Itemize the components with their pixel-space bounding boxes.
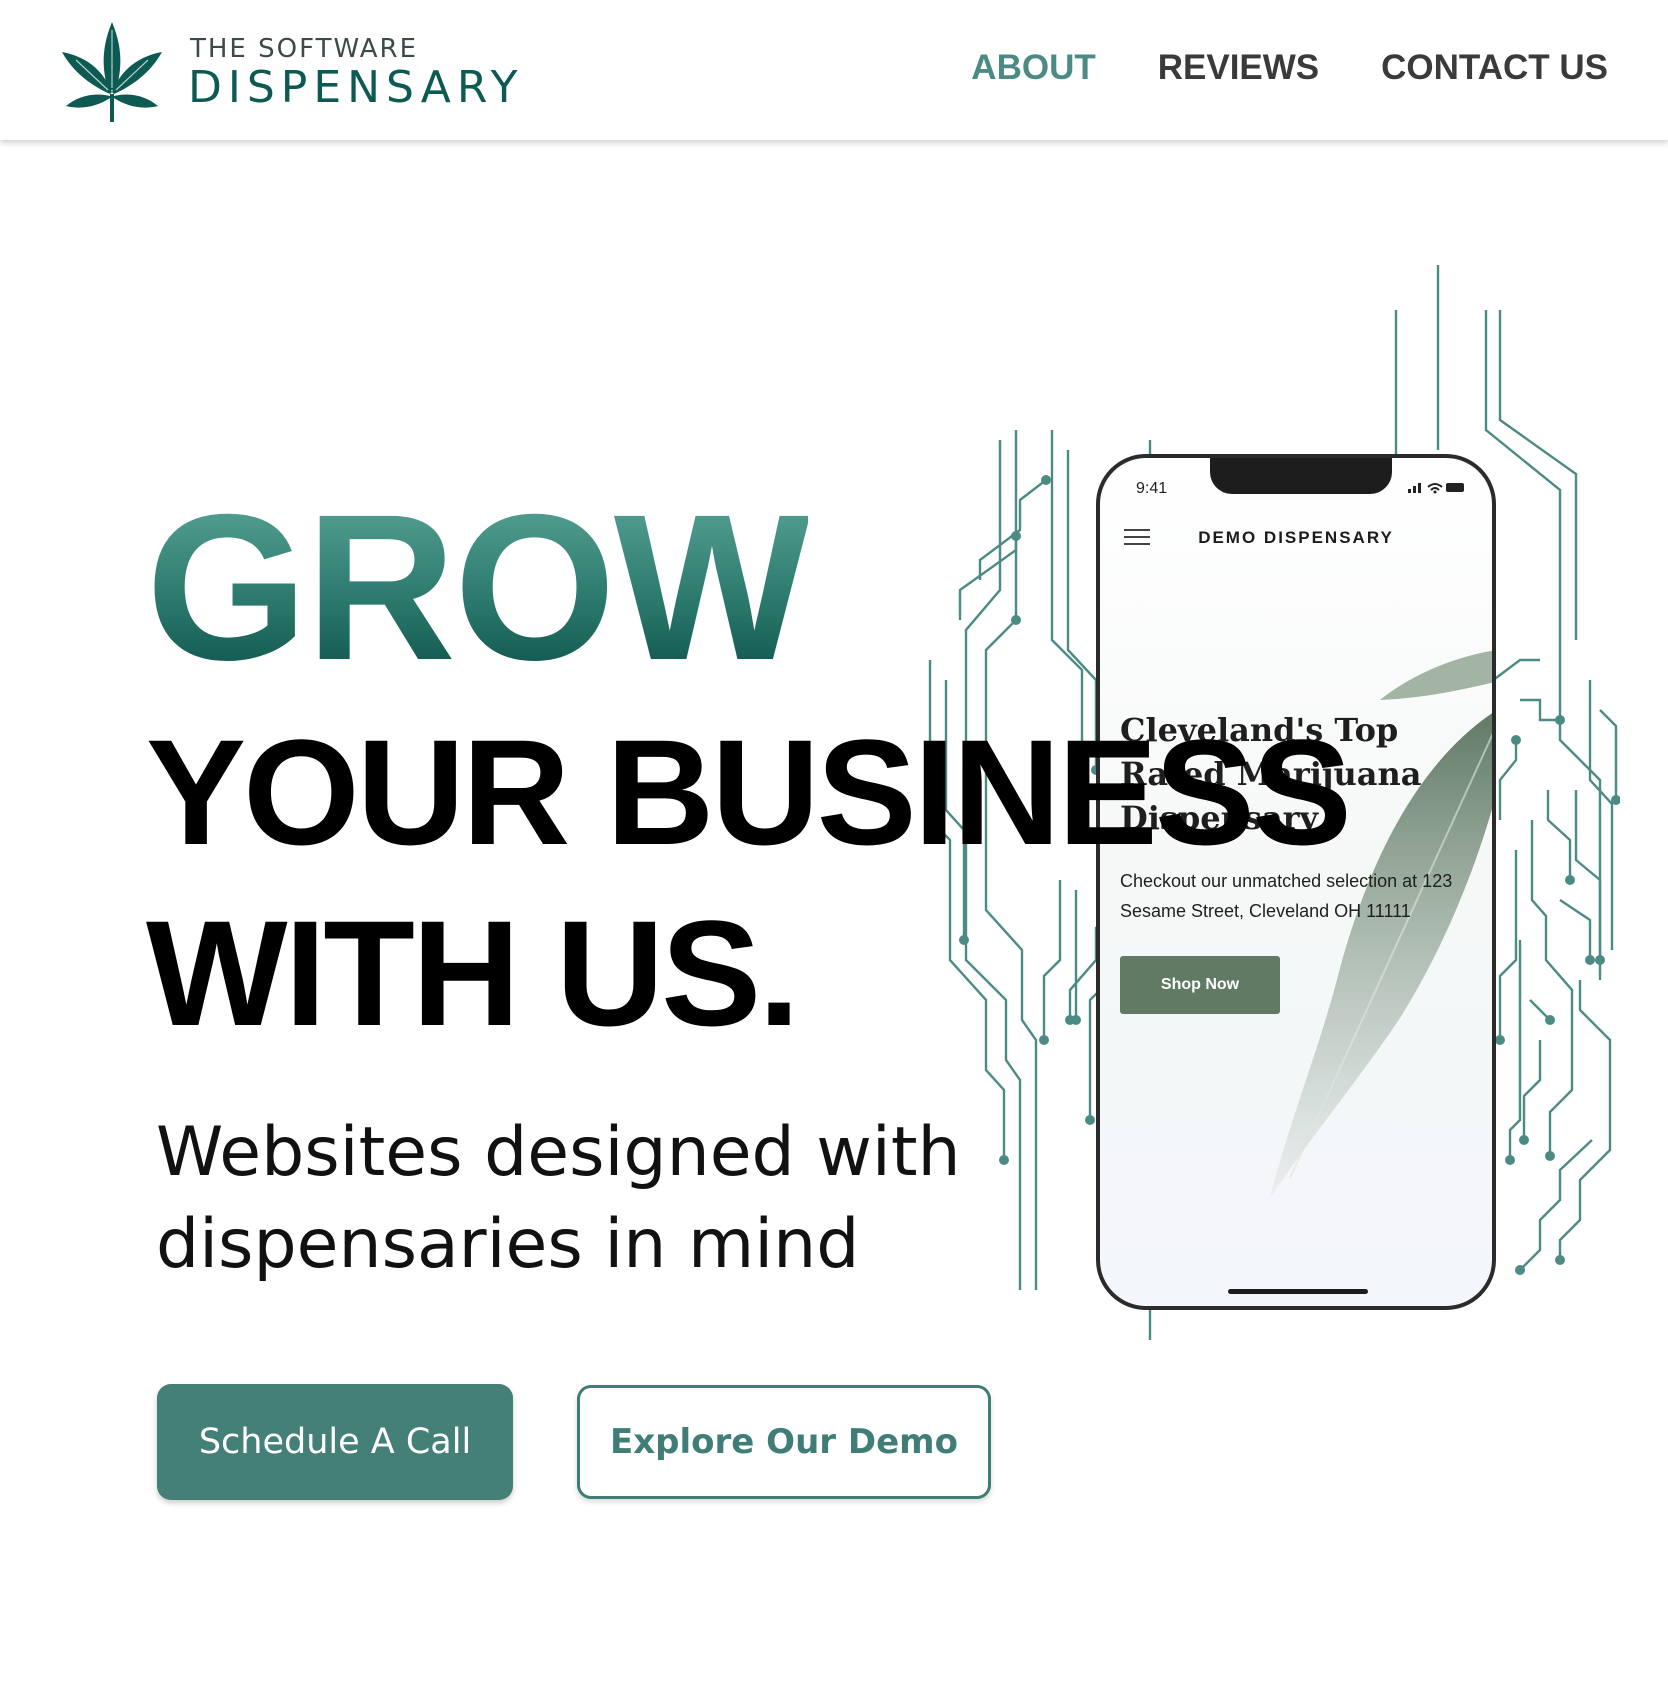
cannabis-leaf-icon [62,22,162,122]
phone-status-icons [1408,483,1464,494]
hero-subtitle: Websites designed with dispensaries in m… [156,1113,961,1284]
nav-about[interactable]: ABOUT [971,48,1095,88]
schedule-call-button[interactable]: Schedule A Call [157,1384,513,1500]
brand-logo[interactable]: THE SOFTWARE DISPENSARY [58,18,518,123]
main-nav: ABOUT REVIEWS CONTACT US [971,48,1608,88]
nav-contact-us[interactable]: CONTACT US [1381,48,1608,88]
explore-demo-button[interactable]: Explore Our Demo [577,1385,991,1499]
nav-reviews[interactable]: REVIEWS [1158,48,1319,88]
phone-notch [1210,458,1392,494]
hero-headline-grow: GROW [146,472,810,704]
brand-line2: DISPENSARY [188,62,524,113]
phone-time: 9:41 [1136,480,1168,497]
phone-home-indicator [1228,1289,1368,1294]
phone-mockup: 9:41 DEMO DISPENSARY Cleveland's Top Rat… [1096,454,1496,1310]
phone-app-title: DEMO DISPENSARY [1198,528,1394,547]
shop-now-button[interactable]: Shop Now [1120,956,1280,1014]
brand-line1: THE SOFTWARE [190,34,419,64]
hero-headline-line3: WITH US. [146,889,800,1057]
hero-headline-line2: YOUR BUSINESS [146,708,1352,876]
site-header: THE SOFTWARE DISPENSARY ABOUT REVIEWS CO… [0,0,1668,140]
